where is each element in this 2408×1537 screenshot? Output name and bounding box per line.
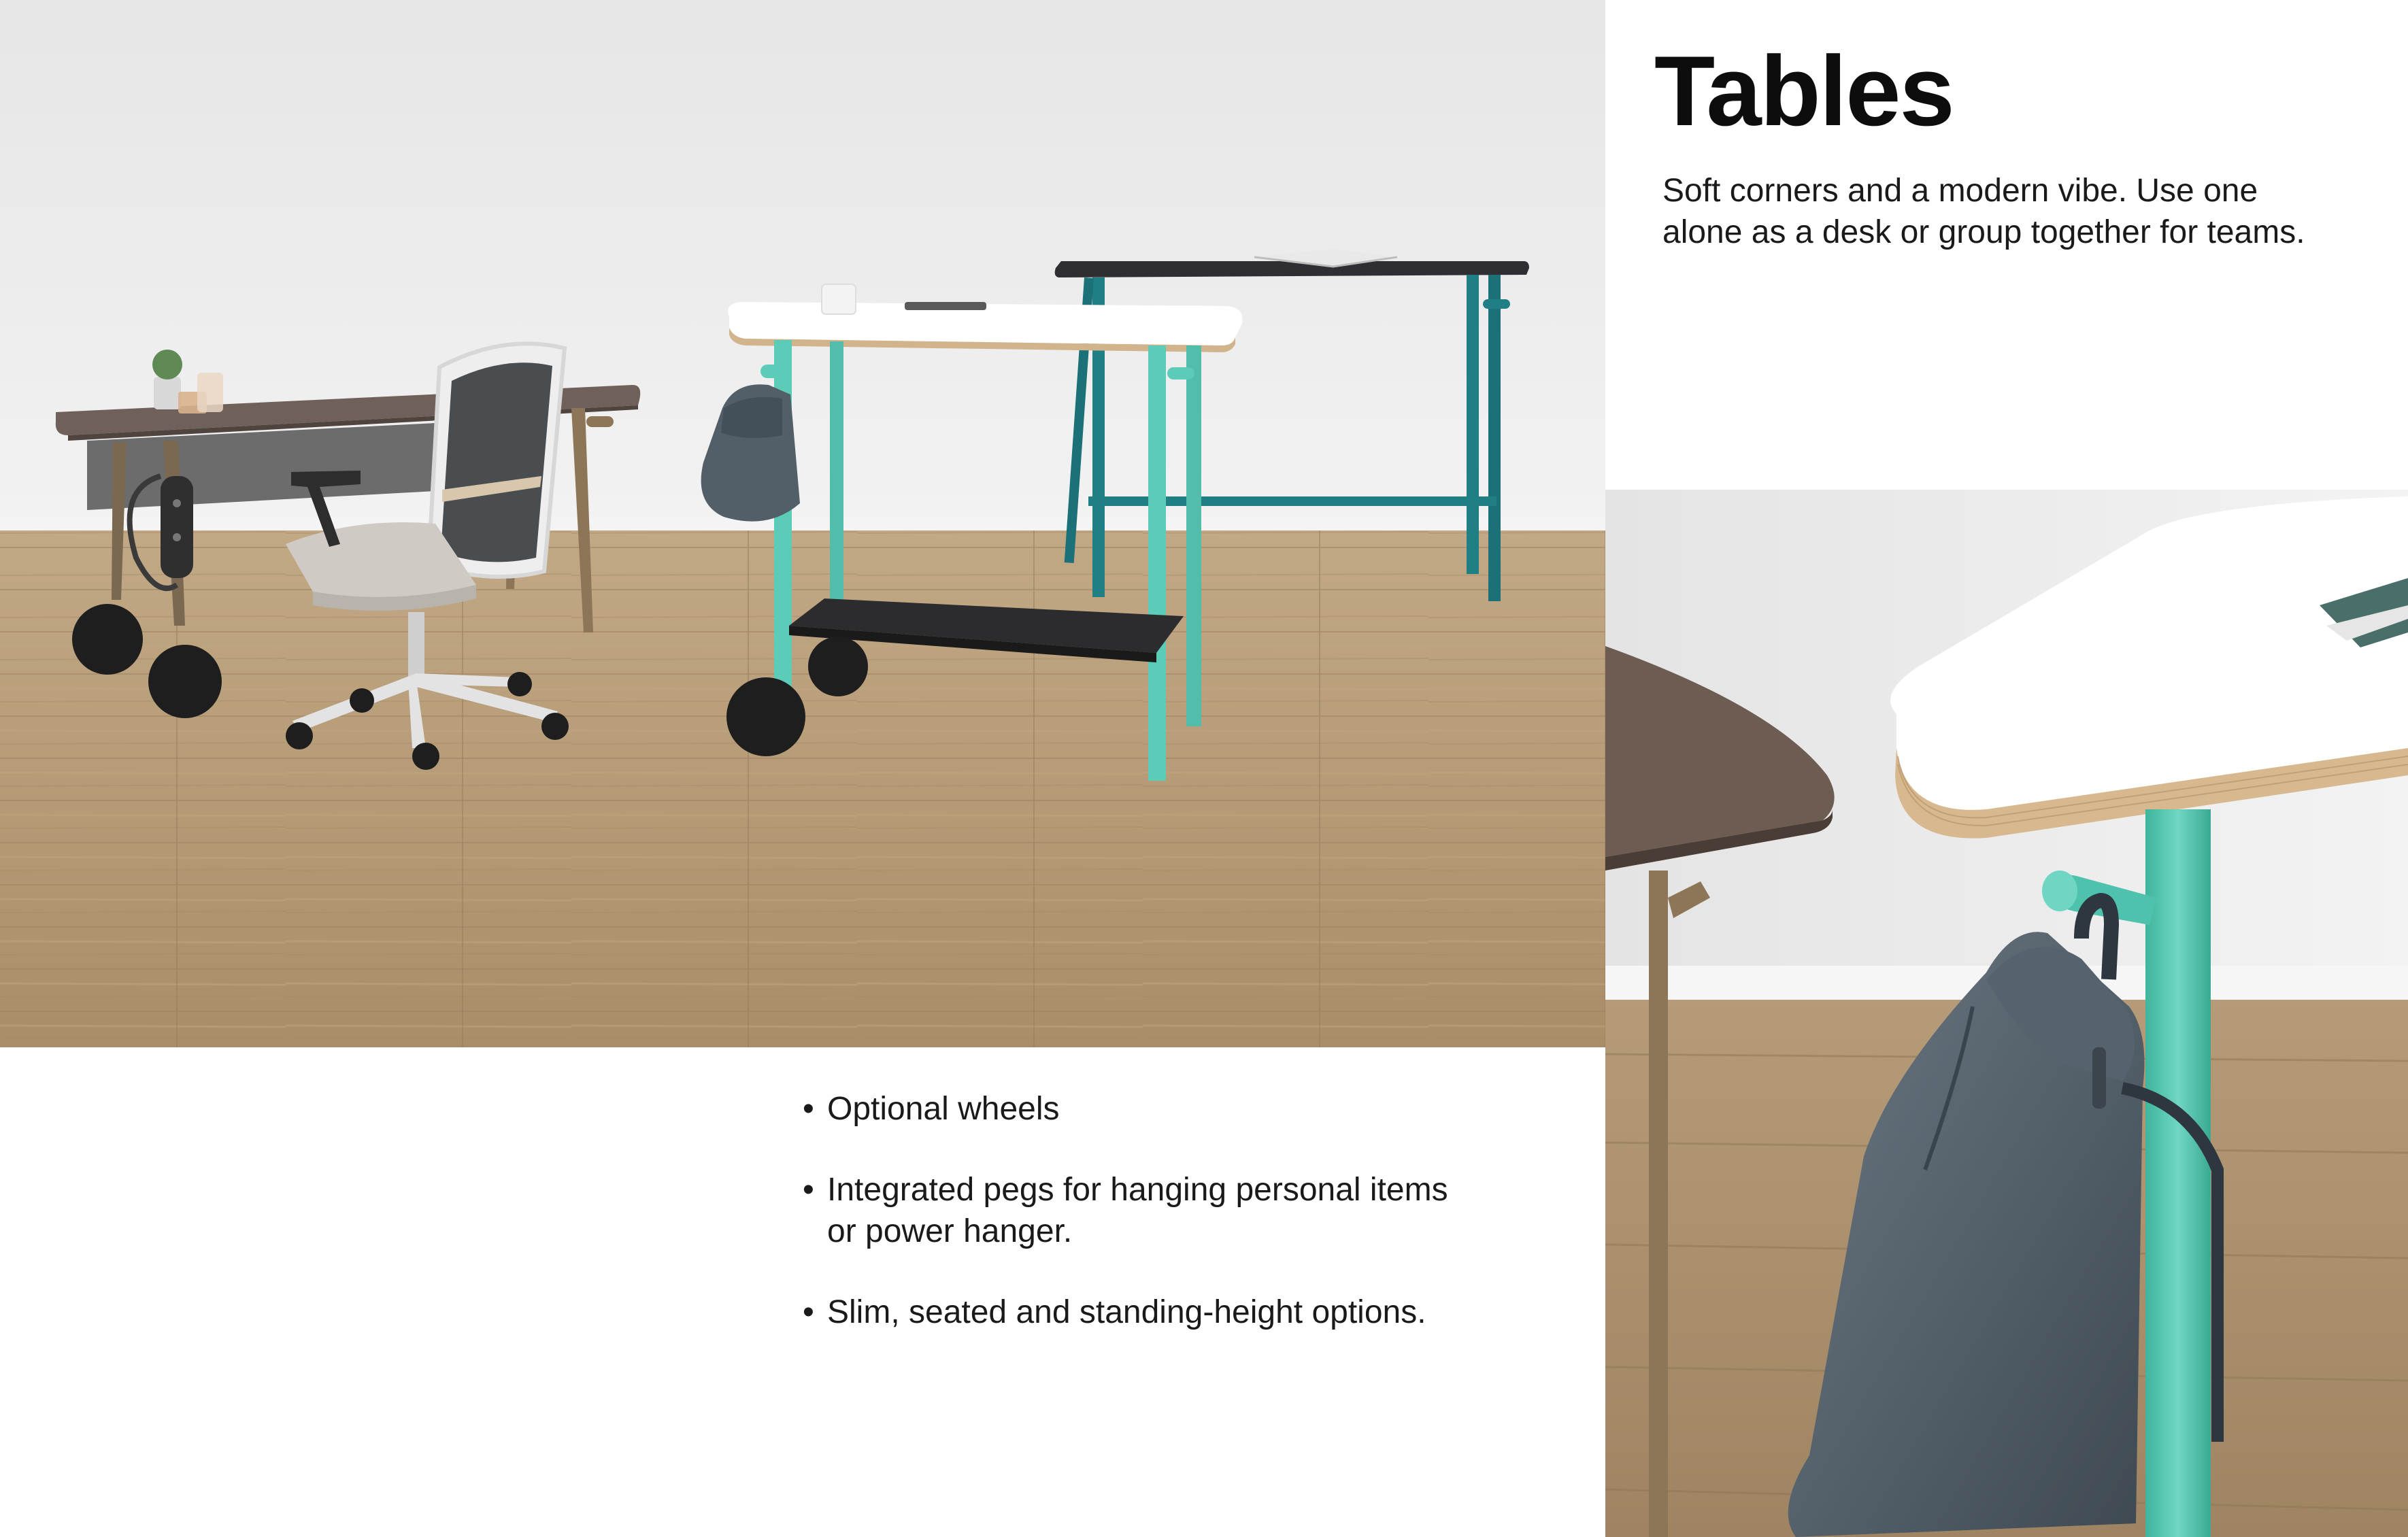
- page-subtitle: Soft corners and a modern vibe. Use one …: [1662, 173, 2305, 250]
- feature-item-pegs: Integrated pegs for hanging personal ite…: [800, 1169, 1480, 1252]
- scene-photo: [0, 0, 1605, 1047]
- feature-list: Optional wheels Integrated pegs for hang…: [800, 1088, 1480, 1372]
- feature-item-wheels: Optional wheels: [800, 1088, 1480, 1130]
- feature-item-heights: Slim, seated and standing-height options…: [800, 1291, 1480, 1333]
- detail-photo: [1605, 490, 2408, 1537]
- page-title: Tables: [1654, 35, 1955, 146]
